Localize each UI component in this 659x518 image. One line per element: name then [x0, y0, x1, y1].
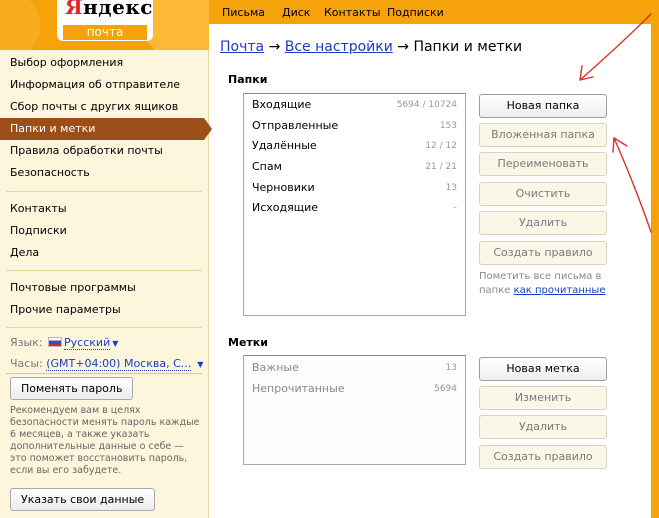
folder-row-deleted[interactable]: Удалённые 12 / 12	[244, 136, 465, 157]
sidebar-item-collect-mail[interactable]: Сбор почты с других ящиков	[0, 96, 209, 118]
logo-decoration	[0, 0, 40, 50]
folder-row-outbox[interactable]: Исходящие –	[244, 198, 465, 219]
sidebar-item-todo[interactable]: Дела	[0, 242, 209, 264]
labels-section-title: Метки	[228, 336, 268, 349]
folder-count: 21 / 21	[425, 162, 457, 173]
divider	[6, 373, 202, 374]
sidebar-item-mail-clients[interactable]: Почтовые программы	[0, 277, 209, 299]
delete-label-button[interactable]: Удалить	[479, 415, 607, 439]
folder-row-drafts[interactable]: Черновики 13	[244, 178, 465, 199]
chevron-down-icon[interactable]: ▼	[197, 360, 203, 369]
timezone-label: Часы:	[10, 357, 43, 370]
folders-section-title: Папки	[228, 73, 268, 86]
label-name: Непрочитанные	[252, 381, 345, 395]
logo-brand: Яндекс	[65, 0, 153, 19]
divider	[6, 191, 202, 192]
folder-count: 5694 / 10724	[396, 100, 457, 110]
logo-service: почта	[63, 25, 147, 40]
russian-flag-icon	[48, 337, 63, 347]
settings-nav-secondary: Контакты Подписки Дела	[0, 198, 209, 264]
sidebar-item-contacts[interactable]: Контакты	[0, 198, 209, 220]
clear-folder-button[interactable]: Очистить	[479, 182, 607, 206]
label-name: Важные	[252, 361, 299, 374]
breadcrumb-mail-link[interactable]: Почта	[220, 39, 264, 55]
folder-name: Удалённые	[252, 139, 317, 153]
label-count: 13	[445, 363, 457, 373]
annotation-arrow-subfolder	[612, 137, 652, 233]
folder-name: Входящие	[252, 98, 312, 111]
folder-count: 13	[445, 182, 457, 193]
folder-row-sent[interactable]: Отправленные 153	[244, 116, 465, 137]
divider	[6, 327, 202, 328]
folder-count: 153	[439, 120, 457, 131]
create-folder-rule-button[interactable]: Создать правило	[479, 241, 607, 265]
folder-name: Отправленные	[252, 118, 339, 132]
settings-nav-main: Выбор оформления Информация об отправите…	[0, 52, 212, 184]
settings-nav-other: Почтовые программы Прочие параметры	[0, 277, 209, 321]
new-label-button[interactable]: Новая метка	[479, 357, 607, 381]
right-edge-decoration	[651, 24, 659, 518]
yandex-mail-logo[interactable]: Яндекс почта	[57, 0, 153, 41]
new-folder-button[interactable]: Новая папка	[479, 94, 607, 118]
change-password-button[interactable]: Поменять пароль	[10, 377, 134, 400]
label-count: 5694	[434, 383, 457, 394]
mark-read-hint: Пометить все письма в папке как прочитан…	[479, 270, 614, 298]
sidebar-item-theme[interactable]: Выбор оформления	[0, 52, 209, 74]
topnav-subscriptions[interactable]: Подписки	[387, 6, 444, 19]
chevron-down-icon[interactable]: ▼	[112, 339, 118, 348]
sidebar-item-sender-info[interactable]: Информация об отправителе	[0, 74, 209, 96]
logo-brand-rest: ндекс	[83, 0, 153, 19]
breadcrumb-settings-link[interactable]: Все настройки	[285, 39, 393, 55]
folder-row-spam[interactable]: Спам 21 / 21	[244, 157, 465, 178]
mark-as-read-link[interactable]: как прочитанные	[514, 285, 606, 296]
topnav-disk[interactable]: Диск	[282, 6, 310, 19]
folder-count: 12 / 12	[425, 141, 457, 152]
topnav-contacts[interactable]: Контакты	[324, 6, 381, 19]
sidebar-item-security[interactable]: Безопасность	[0, 162, 209, 184]
label-row-important[interactable]: Важные 13	[244, 358, 465, 379]
settings-sidebar: Яндекс почта Выбор оформления Информация…	[0, 0, 212, 518]
divider	[6, 270, 202, 271]
logo-area: Яндекс почта	[0, 0, 209, 50]
top-navigation: Письма Диск Контакты Подписки	[209, 0, 659, 24]
folder-name: Черновики	[252, 180, 315, 194]
breadcrumb-arrow: →	[397, 39, 409, 55]
folder-name: Исходящие	[252, 201, 319, 215]
breadcrumb: Почта → Все настройки → Папки и метки	[220, 39, 522, 55]
timezone-row: Часы: (GMT+04:00) Москва, С... ▼	[10, 357, 203, 371]
sidebar-item-filters[interactable]: Правила обработки почты	[0, 140, 209, 162]
labels-list[interactable]: Важные 13 Непрочитанные 5694	[243, 355, 466, 465]
folder-row-inbox[interactable]: Входящие 5694 / 10724	[244, 95, 465, 116]
sidebar-item-subscriptions[interactable]: Подписки	[0, 220, 209, 242]
language-row: Язык: Русский ▼	[10, 336, 118, 350]
folder-name: Спам	[252, 160, 282, 174]
timezone-select[interactable]: (GMT+04:00) Москва, С...	[46, 357, 192, 371]
folders-list[interactable]: Входящие 5694 / 10724 Отправленные 153 Уда…	[243, 93, 466, 316]
sidebar-item-folders-labels[interactable]: Папки и метки	[0, 118, 212, 140]
sidebar-item-other-params[interactable]: Прочие параметры	[0, 299, 209, 321]
language-select[interactable]: Русский	[64, 336, 111, 350]
logo-brand-first-letter: Я	[65, 0, 84, 19]
breadcrumb-arrow: →	[268, 39, 281, 55]
create-label-rule-button[interactable]: Создать правило	[479, 445, 607, 469]
topnav-mail[interactable]: Письма	[222, 6, 265, 19]
label-row-unread[interactable]: Непрочитанные 5694	[244, 379, 465, 400]
delete-folder-button[interactable]: Удалить	[479, 211, 607, 235]
language-label: Язык:	[10, 336, 43, 349]
subfolder-button[interactable]: Вложенная папка	[479, 123, 607, 147]
page-title: Папки и метки	[413, 39, 523, 55]
folder-count: –	[452, 203, 458, 214]
enter-personal-data-button[interactable]: Указать свои данные	[10, 488, 156, 511]
edit-label-button[interactable]: Изменить	[479, 386, 607, 410]
password-recommendation-note: Рекомендуем вам в целях безопасности мен…	[10, 405, 200, 476]
rename-folder-button[interactable]: Переименовать	[479, 152, 607, 176]
